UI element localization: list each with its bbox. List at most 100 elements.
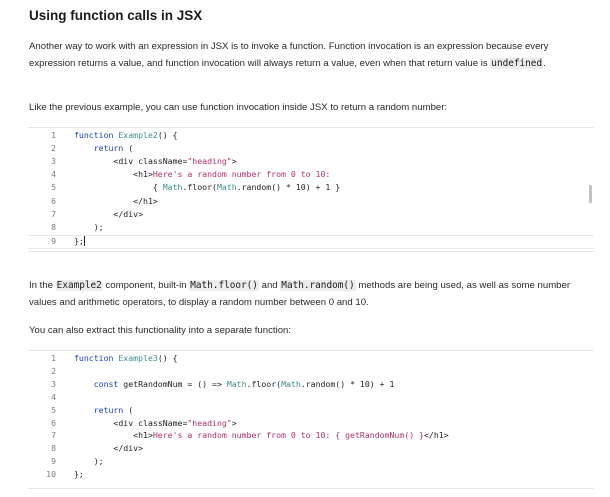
code-token: Math <box>281 378 301 389</box>
inline-code-undefined: undefined <box>490 58 544 69</box>
line-number: 9 <box>51 456 56 467</box>
code-line[interactable]: 5 { Math.floor(Math.random() * 10) + 1 } <box>28 182 594 194</box>
code-token: Math <box>226 378 247 389</box>
code-text: return ( <box>74 405 133 417</box>
code-line[interactable]: 9 ); <box>28 456 594 468</box>
explanation-paragraph: In the Example2 component, built-in Math… <box>29 277 577 311</box>
code-token: Math <box>216 182 237 193</box>
inline-code-example2: Example2 <box>55 280 103 291</box>
code-token: </h1> <box>74 195 158 206</box>
line-number: 4 <box>51 169 56 180</box>
line-number: 10 <box>46 469 56 480</box>
code-token: .floor( <box>246 378 282 389</box>
code-text: function Example2() { <box>74 130 178 142</box>
inline-code-math-random: Math.random() <box>280 280 356 291</box>
code-token: function <box>74 353 119 363</box>
explanation-text-a: In the <box>29 280 56 291</box>
code-text: <div className="heading"> <box>74 156 237 168</box>
line-number: 3 <box>51 378 56 389</box>
inline-code-math-floor: Math.floor() <box>189 280 259 291</box>
line-number: 9 <box>51 235 56 246</box>
code-text: ); <box>74 456 104 468</box>
section-title: Using function calls in JSX <box>29 8 203 23</box>
code-line[interactable]: 8 ); <box>28 222 594 234</box>
code-token: .random() * 10) + 1 } <box>236 182 341 193</box>
code-line[interactable]: 2 <box>28 366 594 378</box>
intro-text-part2: . <box>543 58 546 69</box>
line-number: 5 <box>51 404 56 415</box>
code-token: () { <box>157 353 178 363</box>
article-page: Using function calls in JSX Another way … <box>0 0 610 497</box>
code-line[interactable]: 6 </h1> <box>28 196 594 208</box>
code-token: .floor( <box>182 182 217 193</box>
code-token: getRandomNum = () => <box>118 378 227 389</box>
code-token: const <box>93 378 119 389</box>
code-line[interactable]: 4 <box>28 392 594 404</box>
example-intro-paragraph: Like the previous example, you can use f… <box>29 102 448 113</box>
code-token: <div className= <box>74 417 188 428</box>
code-token: { <box>74 182 163 193</box>
line-number: 8 <box>51 221 56 232</box>
code-token: ( <box>123 143 134 154</box>
code-line[interactable]: 10}; <box>28 469 594 481</box>
code-line[interactable]: 4 <h1>Here's a random number from 0 to 1… <box>28 169 594 181</box>
code-token: </div> <box>74 443 144 454</box>
line-number: 4 <box>51 391 56 402</box>
code-line[interactable]: 7 </div> <box>28 209 594 221</box>
line-number: 3 <box>51 156 56 167</box>
code-token: > <box>231 156 237 167</box>
code-token: () { <box>157 130 178 140</box>
code-text: return ( <box>74 143 133 155</box>
code-editor-example3[interactable]: 1 function Example3() { 2 3 const getRandom… <box>28 350 594 489</box>
line-number: 7 <box>51 208 56 219</box>
code-token: <h1> <box>74 430 153 441</box>
code-text: function Example3() { <box>74 353 178 365</box>
line-number: 2 <box>51 143 56 154</box>
line-number: 1 <box>51 353 56 363</box>
code-token: return <box>93 404 124 415</box>
code-token: }; <box>74 235 84 246</box>
line-number: 5 <box>51 182 56 193</box>
code-token: <div className= <box>74 156 188 167</box>
code-line[interactable]: 8 </div> <box>28 443 594 455</box>
explanation-text-b: component, built-in <box>102 280 190 291</box>
code-token: Here's a random number from 0 to 10: { g… <box>152 430 424 441</box>
line-number: 2 <box>51 365 56 376</box>
code-line[interactable]: 6 <div className="heading"> <box>28 418 594 430</box>
code-line[interactable]: 7 <h1>Here's a random number from 0 to 1… <box>28 430 594 442</box>
code-text: const getRandomNum = () => Math.floor(Ma… <box>74 378 395 391</box>
code-text: </h1> <box>74 196 158 208</box>
code-text: <div className="heading"> <box>74 417 237 430</box>
code-text: { Math.floor(Math.random() * 10) + 1 } <box>74 182 340 194</box>
code-token: </div> <box>74 208 144 219</box>
code-line[interactable]: 3 const getRandomNum = () => Math.floor(… <box>28 379 594 391</box>
code-line[interactable]: 1 function Example2() { <box>28 130 594 142</box>
line-number: 6 <box>51 417 56 428</box>
code-line[interactable]: 2 return ( <box>28 143 594 155</box>
code-token: .random() * 10) + 1 <box>300 378 395 389</box>
code-line[interactable]: 3 <div className="heading"> <box>28 156 594 168</box>
code-token: "heading" <box>187 156 232 167</box>
code-text: }; <box>74 236 85 248</box>
code-token: > <box>231 417 237 428</box>
code-token: }; <box>74 469 84 480</box>
code-text: <h1>Here's a random number from 0 to 10:… <box>74 430 449 442</box>
code-text: ); <box>74 222 104 234</box>
code-token: Example2 <box>118 130 158 140</box>
code-line[interactable]: 9}; <box>28 234 594 249</box>
code-line[interactable]: 1 function Example3() { <box>28 353 594 365</box>
code-token: "heading" <box>187 417 232 428</box>
extract-paragraph: You can also extract this functionality … <box>29 325 292 336</box>
code-line[interactable]: 5 return ( <box>28 405 594 417</box>
code-editor-example2[interactable]: 1 function Example2() {2 return (3 <div c… <box>28 127 594 252</box>
code-token: ); <box>74 221 104 232</box>
line-number: 7 <box>51 430 56 441</box>
code-token: <h1> <box>74 169 153 180</box>
code-text: }; <box>74 469 84 481</box>
intro-paragraph: Another way to work with an expression i… <box>29 38 577 72</box>
code-text: </div> <box>74 443 143 455</box>
intro-text-part1: Another way to work with an expression i… <box>29 41 549 69</box>
